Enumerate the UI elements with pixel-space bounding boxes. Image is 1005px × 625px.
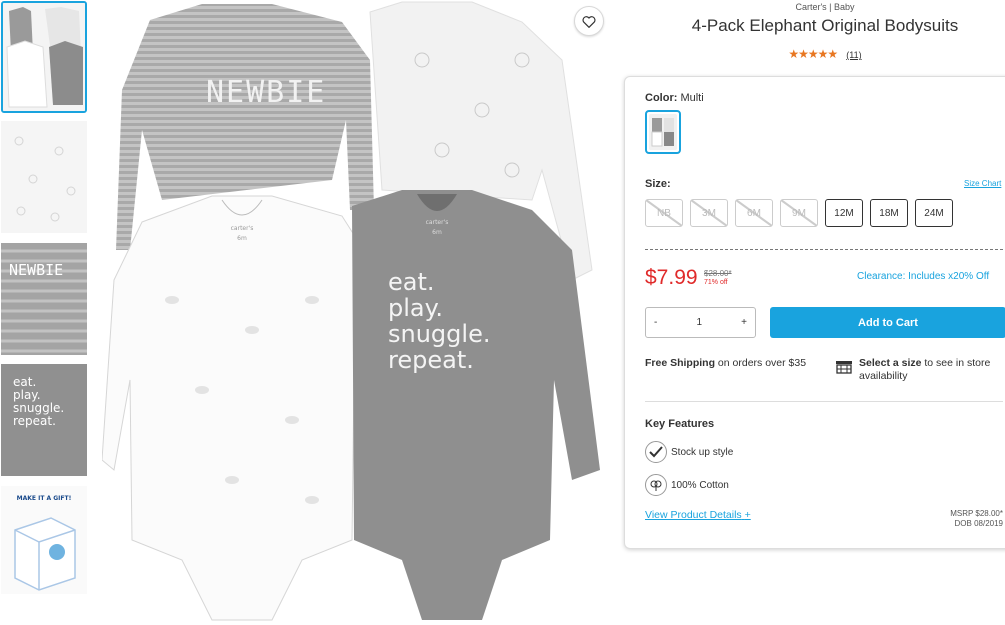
swatch-image — [649, 114, 677, 150]
msrp-text: MSRP $28.00* — [950, 509, 1003, 518]
size-chart-link[interactable]: Size Chart — [964, 179, 1001, 188]
clearance-note: Clearance: Includes x20% Off — [857, 271, 990, 282]
thumbnail-2[interactable] — [1, 121, 87, 233]
label-brand-right: carter's — [426, 219, 449, 226]
print-line-2: play. — [388, 294, 443, 322]
main-product-image: NEWBIE carter's 6m carter's 6m eat. play… — [102, 0, 610, 625]
thumb-gift-title: MAKE IT A GIFT! — [17, 495, 72, 502]
size-option-3m[interactable]: 3M — [690, 199, 728, 227]
size-label: Size: — [645, 178, 671, 190]
print-line-1: eat. — [388, 268, 435, 296]
thumb-print-line-2: play. — [13, 388, 41, 402]
divider — [645, 401, 1003, 402]
thumbnail-3[interactable]: NEWBIE — [1, 243, 87, 355]
feature-cotton: 100% Cotton — [645, 474, 729, 496]
quantity-input[interactable]: 1 — [696, 317, 702, 328]
store-icon — [836, 361, 852, 374]
print-line-4: repeat. — [388, 346, 474, 374]
quantity-stepper: - 1 + — [645, 307, 756, 338]
product-title: 4-Pack Elephant Original Bodysuits — [691, 16, 959, 35]
thumbnail-4[interactable]: eat. play. snuggle. repeat. — [1, 364, 87, 476]
label-brand-left: carter's — [231, 225, 254, 232]
size-option-nb[interactable]: NB — [645, 199, 683, 227]
product-page: NEWBIE eat. play. snuggle. repeat. MAKE … — [0, 0, 1005, 625]
size-option-24m[interactable]: 24M — [915, 199, 953, 227]
shipping-info: Free Shipping on orders over $35 — [645, 357, 815, 370]
dob-text: DOB 08/2019 — [954, 519, 1003, 528]
key-features-heading: Key Features — [645, 418, 715, 430]
thumb-print-line-1: eat. — [13, 375, 36, 389]
shipping-bold: Free Shipping — [645, 357, 716, 369]
feature-label: Stock up style — [671, 446, 734, 458]
discount-text: 71% off — [704, 279, 728, 286]
label-size-right: 6m — [432, 229, 442, 236]
sale-price: $7.99 — [645, 266, 698, 289]
decrease-quantity-button[interactable]: - — [654, 317, 657, 328]
size-option-12m[interactable]: 12M — [825, 199, 863, 227]
favorite-button[interactable] — [574, 6, 604, 36]
thumb-newbie-text: NEWBIE — [9, 261, 63, 279]
thumbnail-1[interactable] — [1, 1, 87, 113]
thumbnail-5[interactable]: MAKE IT A GIFT! — [1, 486, 87, 594]
store-availability[interactable]: Select a size to see in store availabili… — [859, 357, 1005, 383]
store-bold: Select a size — [859, 357, 922, 369]
cotton-icon — [645, 474, 667, 496]
purchase-card: Color: Multi Size: Size Chart NB 3M 6M 9… — [624, 76, 1005, 549]
rating: ★★★★★ (11) — [640, 47, 1005, 61]
checkmark-icon — [645, 441, 667, 463]
label-size-left: 6m — [237, 235, 247, 242]
thumb-print-line-4: repeat. — [13, 414, 56, 428]
star-rating-icon: ★★★★★ — [788, 47, 838, 61]
feature-stock-up: Stock up style — [645, 441, 733, 463]
thumb-print-line-3: snuggle. — [13, 401, 64, 415]
color-value: Multi — [680, 92, 704, 104]
divider — [645, 249, 1003, 250]
msrp-info: MSRP $28.00* DOB 08/2019 — [950, 509, 1003, 529]
color-swatch-multi[interactable] — [645, 110, 681, 154]
expand-plus-icon: + — [744, 509, 751, 521]
brand-breadcrumb[interactable]: Carter's | Baby — [640, 2, 1005, 12]
review-count-link[interactable]: (11) — [846, 50, 861, 60]
size-option-9m[interactable]: 9M — [780, 199, 818, 227]
shipping-text: on orders over $35 — [715, 357, 807, 369]
print-line-3: snuggle. — [388, 320, 490, 348]
feature-label: 100% Cotton — [671, 479, 729, 491]
color-label: Color: Multi — [645, 92, 704, 104]
newbie-print: NEWBIE — [206, 75, 326, 110]
view-product-details-link[interactable]: View Product Details + — [645, 509, 751, 521]
heart-icon — [582, 15, 596, 28]
size-option-6m[interactable]: 6M — [735, 199, 773, 227]
increase-quantity-button[interactable]: + — [741, 317, 747, 328]
add-to-cart-button[interactable]: Add to Cart — [770, 307, 1005, 338]
size-option-18m[interactable]: 18M — [870, 199, 908, 227]
original-price: $28.00* — [704, 269, 732, 278]
